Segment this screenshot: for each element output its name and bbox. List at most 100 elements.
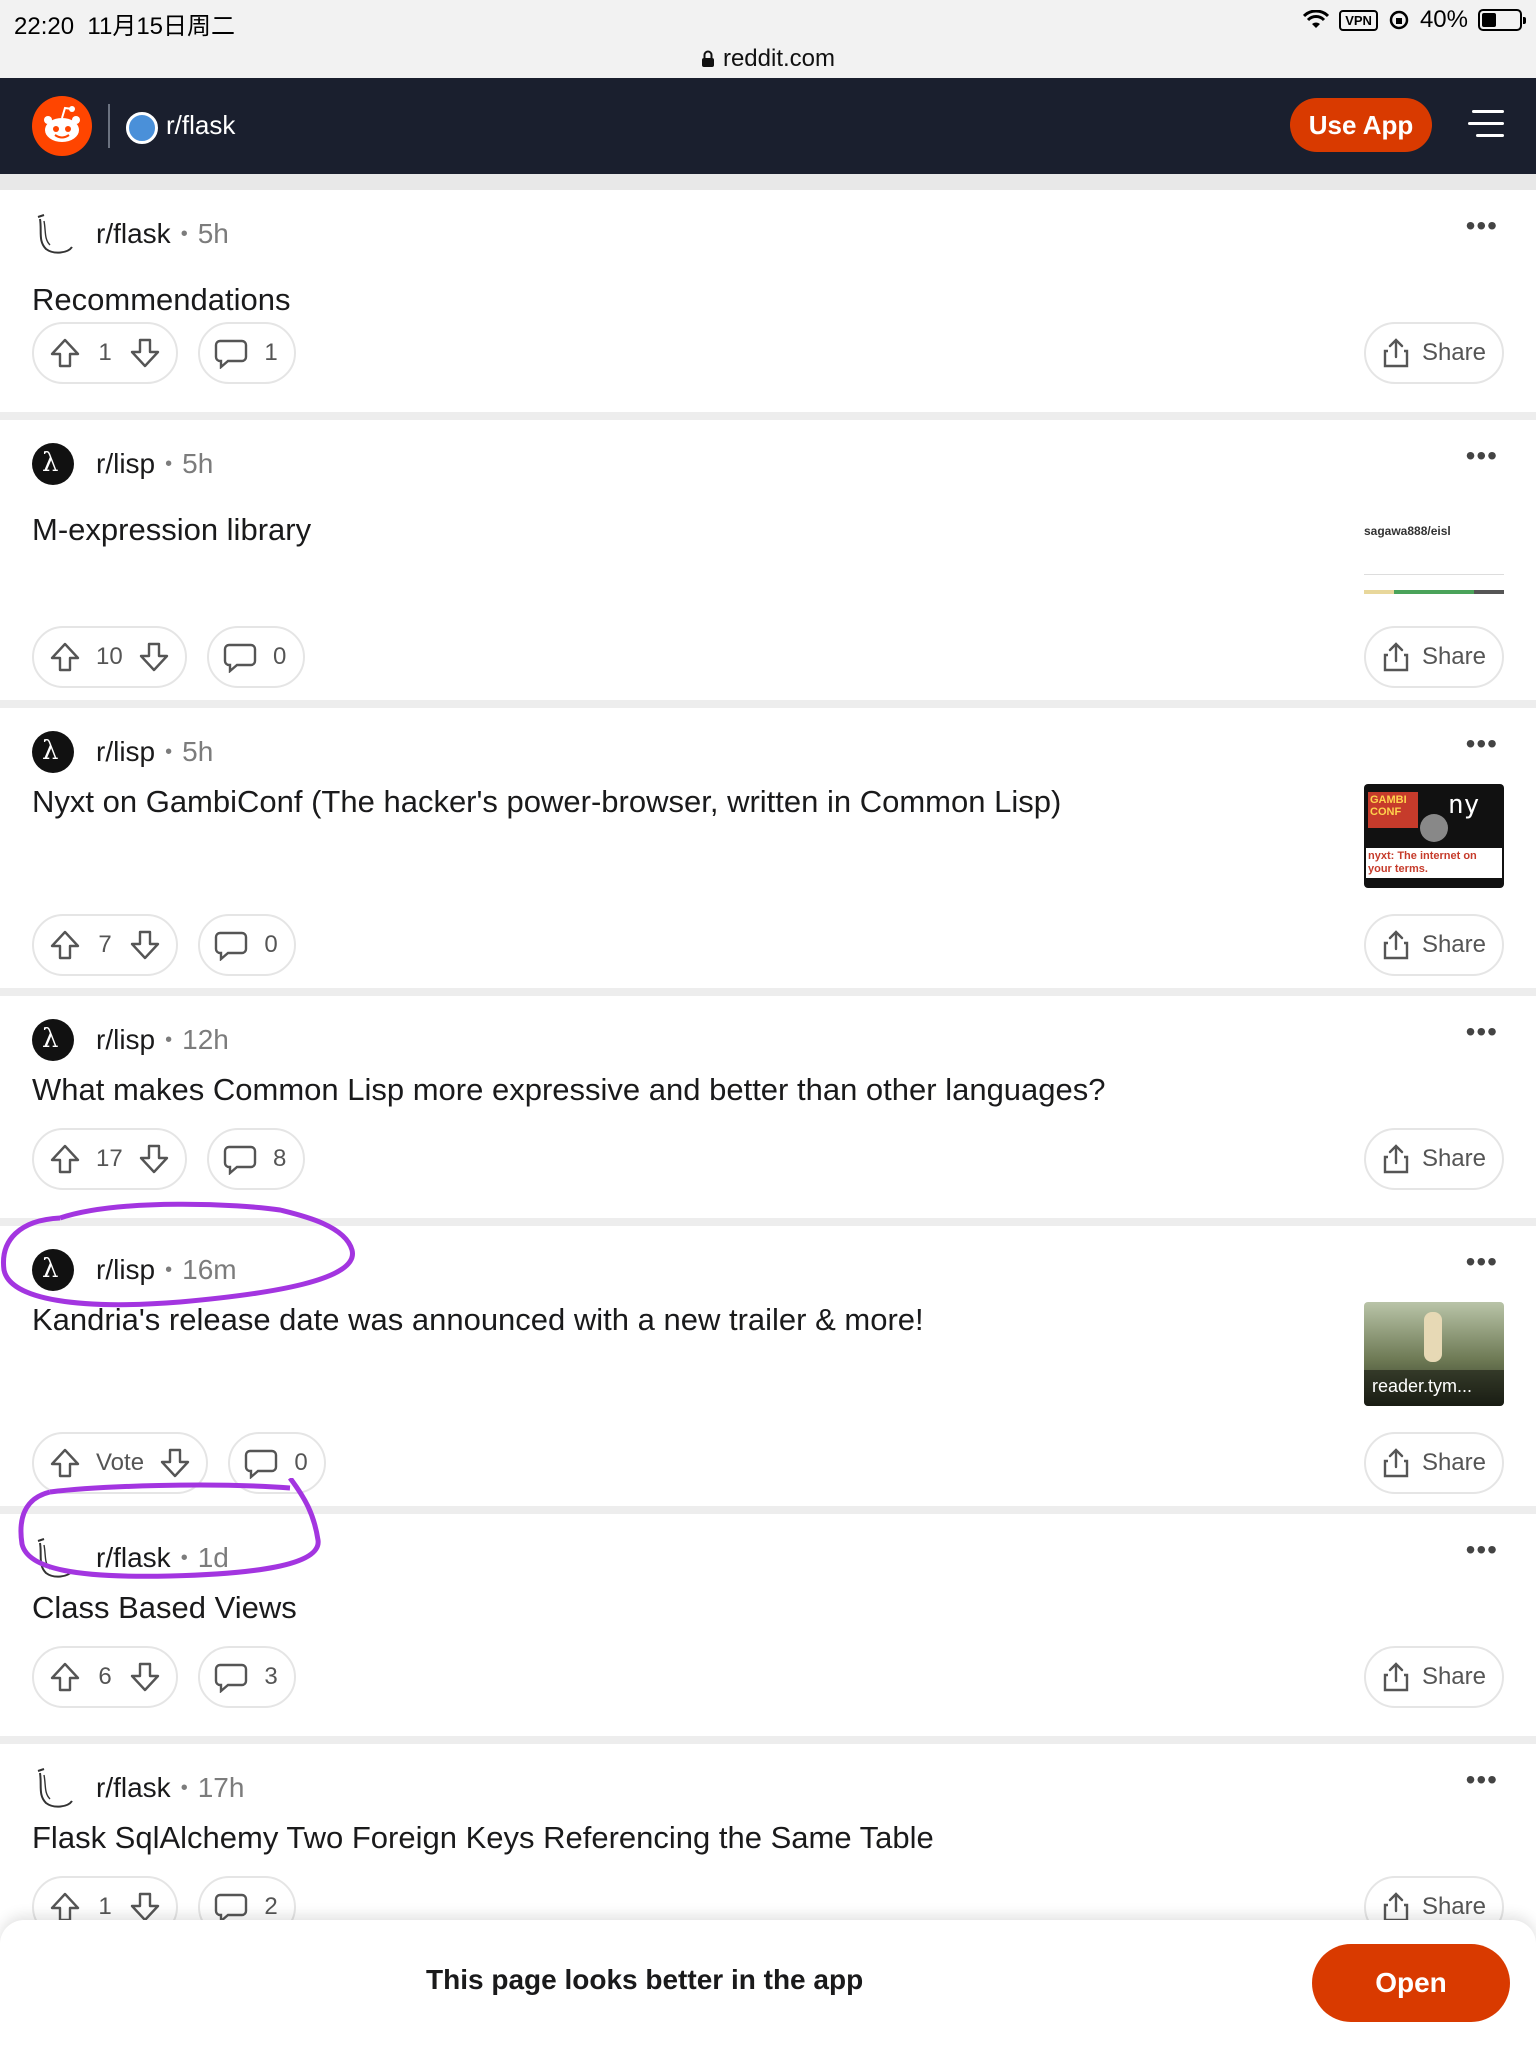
post-title[interactable]: Flask SqlAlchemy Two Foreign Keys Refere… (32, 1820, 934, 1856)
post-time: 12h (182, 1024, 229, 1055)
downvote-icon[interactable] (137, 1142, 171, 1176)
upvote-icon[interactable] (48, 640, 82, 674)
more-options-icon[interactable]: ••• (1466, 1016, 1498, 1048)
post-thumbnail[interactable]: GAMBI CONF ny nyxt: The internet on your t… (1364, 784, 1504, 888)
wifi-icon (1303, 10, 1330, 28)
post-actions: 17 8 (32, 1128, 305, 1190)
downvote-icon[interactable] (137, 640, 171, 674)
status-time: 22:20 11月15日周二 (14, 13, 236, 40)
meta-separator: • (180, 1776, 188, 1799)
comment-icon (223, 643, 256, 673)
share-button[interactable]: Share (1363, 1128, 1504, 1190)
upvote-icon[interactable] (48, 1660, 82, 1694)
comment-count: 0 (294, 1449, 308, 1476)
vote-control[interactable]: 1 (32, 322, 178, 384)
post-card[interactable]: r/lisp • 5h ••• M-expression library sagawa88… (0, 420, 1536, 708)
reddit-logo-icon[interactable] (32, 96, 92, 156)
post-card[interactable]: r/flask • 1d ••• Class Based Views 6 3 Share (0, 1514, 1536, 1744)
downvote-icon[interactable] (158, 1446, 192, 1480)
vote-count: 1 (98, 339, 112, 366)
post-thumbnail[interactable]: sagawa888/eisl (1364, 510, 1504, 614)
more-options-icon[interactable]: ••• (1466, 440, 1498, 472)
downvote-icon[interactable] (128, 928, 162, 962)
subreddit-avatar[interactable] (32, 443, 74, 485)
more-options-icon[interactable]: ••• (1466, 1246, 1498, 1278)
post-actions: 63 (32, 1646, 296, 1708)
comment-count: 0 (264, 931, 278, 958)
upvote-icon[interactable] (48, 1890, 82, 1924)
post-card[interactable]: r/lisp • 16m ••• Kandria's release date was … (0, 1226, 1536, 1514)
vote-control[interactable]: 10 (32, 626, 187, 688)
post-card[interactable]: r/lisp • 12h ••• What makes Common Lisp more… (0, 996, 1536, 1226)
post-title[interactable]: M-expression library (32, 512, 311, 548)
post-title[interactable]: Nyxt on GambiConf (The hacker's power-br… (32, 784, 1061, 820)
post-subreddit[interactable]: r/flask (96, 1772, 171, 1804)
hamburger-menu-icon[interactable] (1466, 106, 1506, 142)
vote-control[interactable]: Vote (32, 1432, 209, 1494)
comments-button[interactable]: 0 (206, 626, 305, 688)
downvote-icon[interactable] (128, 336, 162, 370)
post-title[interactable]: Kandria's release date was announced wit… (32, 1302, 924, 1338)
more-options-icon[interactable]: ••• (1466, 210, 1498, 242)
upvote-icon[interactable] (48, 336, 82, 370)
header-subreddit-name[interactable]: r/flask (166, 110, 235, 141)
post-meta: r/lisp • 12h (32, 1018, 229, 1062)
share-label: Share (1421, 1449, 1486, 1476)
downvote-icon[interactable] (128, 1890, 162, 1924)
comments-button[interactable]: 0 (198, 914, 296, 976)
subreddit-avatar[interactable] (32, 1537, 74, 1579)
subreddit-avatar[interactable] (32, 213, 74, 255)
vote-control[interactable]: 7 (32, 914, 178, 976)
share-button[interactable]: Share (1363, 914, 1504, 976)
meta-separator: • (165, 452, 173, 475)
upvote-icon[interactable] (48, 1142, 82, 1176)
post-subreddit[interactable]: r/lisp (96, 1254, 155, 1286)
more-options-icon[interactable]: ••• (1466, 728, 1498, 760)
comments-button[interactable]: 3 (198, 1646, 296, 1708)
vote-control[interactable]: 6 (32, 1646, 178, 1708)
post-thumbnail[interactable]: reader.tym... (1364, 1302, 1504, 1406)
comment-icon (214, 339, 248, 369)
post-time: 5h (182, 736, 214, 767)
post-card[interactable]: r/flask • 5h ••• Recommendations 1 1 Share (0, 190, 1536, 420)
downvote-icon[interactable] (128, 1660, 162, 1694)
share-icon (1383, 1662, 1409, 1692)
share-button[interactable]: Share (1363, 626, 1504, 688)
post-meta: r/lisp • 5h (32, 730, 213, 774)
comments-button[interactable]: 0 (228, 1432, 327, 1494)
post-title[interactable]: What makes Common Lisp more expressive a… (32, 1072, 1106, 1108)
share-icon (1383, 930, 1409, 960)
subreddit-avatar[interactable] (32, 731, 74, 773)
share-button[interactable]: Share (1363, 322, 1504, 384)
post-subreddit[interactable]: r/flask (96, 218, 171, 250)
more-options-icon[interactable]: ••• (1466, 1764, 1498, 1796)
share-icon (1383, 1144, 1409, 1174)
post-subreddit[interactable]: r/lisp (96, 736, 155, 768)
post-title[interactable]: Recommendations (32, 282, 290, 318)
upvote-icon[interactable] (48, 1446, 82, 1480)
share-button[interactable]: Share (1363, 1432, 1504, 1494)
post-subreddit[interactable]: r/flask (96, 1542, 171, 1574)
comment-icon (223, 1145, 256, 1175)
more-options-icon[interactable]: ••• (1466, 1534, 1498, 1566)
upvote-icon[interactable] (48, 928, 82, 962)
subreddit-avatar[interactable] (32, 1767, 74, 1809)
subreddit-avatar[interactable] (32, 1019, 74, 1061)
comments-button[interactable]: 8 (206, 1128, 305, 1190)
post-subreddit[interactable]: r/lisp (96, 1024, 155, 1056)
share-button[interactable]: Share (1363, 1646, 1504, 1708)
comment-count: 3 (264, 1663, 278, 1690)
subreddit-avatar[interactable] (32, 1249, 74, 1291)
post-subreddit[interactable]: r/lisp (96, 448, 155, 480)
vote-control[interactable]: 17 (32, 1128, 187, 1190)
url-text: reddit.com (722, 45, 836, 72)
url-bar[interactable]: reddit.com (0, 40, 1536, 78)
post-card[interactable]: r/lisp • 5h ••• Nyxt on GambiConf (The hacke… (0, 708, 1536, 996)
post-title[interactable]: Class Based Views (32, 1590, 297, 1626)
open-app-button[interactable]: Open (1312, 1944, 1510, 2022)
comment-icon (214, 1893, 248, 1923)
use-app-button[interactable]: Use App (1290, 98, 1432, 152)
comments-button[interactable]: 1 (198, 322, 296, 384)
meta-separator: • (165, 1028, 173, 1051)
meta-separator: • (180, 222, 188, 245)
